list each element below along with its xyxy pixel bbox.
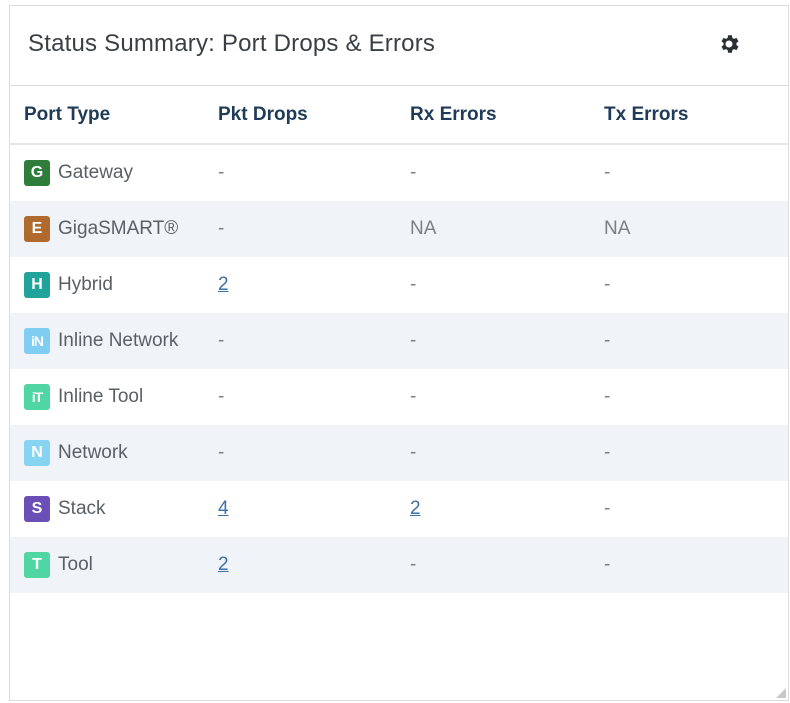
- rx-errors-value: -: [410, 442, 417, 463]
- pkt-drops-value: -: [218, 386, 225, 407]
- pkt-drops-cell: 4: [218, 481, 410, 537]
- tx-errors-value: -: [604, 442, 611, 463]
- pkt-drops-cell: -: [218, 201, 410, 257]
- pkt-drops-cell: 2: [218, 257, 410, 313]
- rx-errors-value: -: [410, 274, 417, 295]
- port-type-badge-icon: G: [24, 160, 50, 186]
- port-type-cell: iN Inline Network: [10, 313, 218, 369]
- tx-errors-cell: NA: [604, 201, 788, 257]
- table-row: T Tool 2 - -: [10, 537, 788, 593]
- widget-header: Status Summary: Port Drops & Errors: [10, 6, 788, 86]
- port-type-cell: E GigaSMART®: [10, 201, 218, 257]
- port-type-label: Tool: [58, 554, 93, 575]
- tx-errors-cell: -: [604, 369, 788, 425]
- table-row: E GigaSMART® - NA NA: [10, 201, 788, 257]
- rx-errors-cell: -: [410, 144, 604, 201]
- port-type-label: Hybrid: [58, 274, 113, 295]
- port-type-cell: S Stack: [10, 481, 218, 537]
- resize-handle-icon[interactable]: [776, 688, 786, 698]
- pkt-drops-value: -: [218, 218, 225, 239]
- port-type-cell: H Hybrid: [10, 257, 218, 313]
- gear-icon[interactable]: [717, 32, 741, 56]
- port-type-label: GigaSMART®: [58, 218, 179, 239]
- port-type-badge-icon: N: [24, 440, 50, 466]
- port-type-cell: iT Inline Tool: [10, 369, 218, 425]
- tx-errors-value: -: [604, 386, 611, 407]
- table-row: S Stack 4 2 -: [10, 481, 788, 537]
- table-row: iT Inline Tool - - -: [10, 369, 788, 425]
- port-type-badge-icon: H: [24, 272, 50, 298]
- tx-errors-value: -: [604, 274, 611, 295]
- port-type-badge-icon: T: [24, 552, 50, 578]
- pkt-drops-value: -: [218, 330, 225, 351]
- tx-errors-cell: -: [604, 537, 788, 593]
- rx-errors-cell: -: [410, 425, 604, 481]
- port-type-label: Inline Network: [58, 330, 179, 351]
- port-type-badge-icon: E: [24, 216, 50, 242]
- column-header-port-type[interactable]: Port Type: [10, 87, 218, 145]
- pkt-drops-cell: -: [218, 425, 410, 481]
- tx-errors-value: -: [604, 554, 611, 575]
- pkt-drops-count-link[interactable]: 2: [218, 274, 229, 295]
- port-type-label: Network: [58, 442, 128, 463]
- port-type-badge-icon: iT: [24, 384, 50, 410]
- rx-errors-cell: NA: [410, 201, 604, 257]
- pkt-drops-value: -: [218, 442, 225, 463]
- port-type-cell: N Network: [10, 425, 218, 481]
- column-header-tx-errors[interactable]: Tx Errors: [604, 87, 788, 145]
- pkt-drops-cell: -: [218, 369, 410, 425]
- port-drops-errors-table: Port Type Pkt Drops Rx Errors Tx Errors …: [10, 87, 788, 593]
- tx-errors-cell: -: [604, 313, 788, 369]
- pkt-drops-value: -: [218, 162, 225, 183]
- tx-errors-value: -: [604, 330, 611, 351]
- rx-errors-value: NA: [410, 218, 437, 239]
- table-header-row: Port Type Pkt Drops Rx Errors Tx Errors: [10, 87, 788, 145]
- port-type-label: Stack: [58, 498, 106, 519]
- tx-errors-value: -: [604, 162, 611, 183]
- tx-errors-cell: -: [604, 481, 788, 537]
- port-type-badge-icon: iN: [24, 328, 50, 354]
- pkt-drops-count-link[interactable]: 4: [218, 498, 229, 519]
- rx-errors-value: -: [410, 554, 417, 575]
- tx-errors-value: NA: [604, 218, 631, 239]
- tx-errors-cell: -: [604, 257, 788, 313]
- tx-errors-cell: -: [604, 425, 788, 481]
- rx-errors-count-link[interactable]: 2: [410, 498, 421, 519]
- rx-errors-value: -: [410, 386, 417, 407]
- port-type-badge-icon: S: [24, 496, 50, 522]
- pkt-drops-cell: -: [218, 313, 410, 369]
- tx-errors-value: -: [604, 498, 611, 519]
- status-summary-widget: Status Summary: Port Drops & Errors Port…: [9, 5, 789, 701]
- column-header-rx-errors[interactable]: Rx Errors: [410, 87, 604, 145]
- pkt-drops-cell: -: [218, 144, 410, 201]
- port-type-label: Gateway: [58, 162, 133, 183]
- pkt-drops-count-link[interactable]: 2: [218, 554, 229, 575]
- port-type-label: Inline Tool: [58, 386, 144, 407]
- table-row: H Hybrid 2 - -: [10, 257, 788, 313]
- pkt-drops-cell: 2: [218, 537, 410, 593]
- rx-errors-cell: -: [410, 537, 604, 593]
- table-row: N Network - - -: [10, 425, 788, 481]
- table-row: G Gateway - - -: [10, 144, 788, 201]
- rx-errors-cell: -: [410, 369, 604, 425]
- tx-errors-cell: -: [604, 144, 788, 201]
- rx-errors-value: -: [410, 162, 417, 183]
- column-header-pkt-drops[interactable]: Pkt Drops: [218, 87, 410, 145]
- rx-errors-value: -: [410, 330, 417, 351]
- widget-title: Status Summary: Port Drops & Errors: [28, 30, 436, 57]
- rx-errors-cell: 2: [410, 481, 604, 537]
- port-type-cell: G Gateway: [10, 144, 218, 201]
- rx-errors-cell: -: [410, 313, 604, 369]
- port-type-cell: T Tool: [10, 537, 218, 593]
- rx-errors-cell: -: [410, 257, 604, 313]
- table-row: iN Inline Network - - -: [10, 313, 788, 369]
